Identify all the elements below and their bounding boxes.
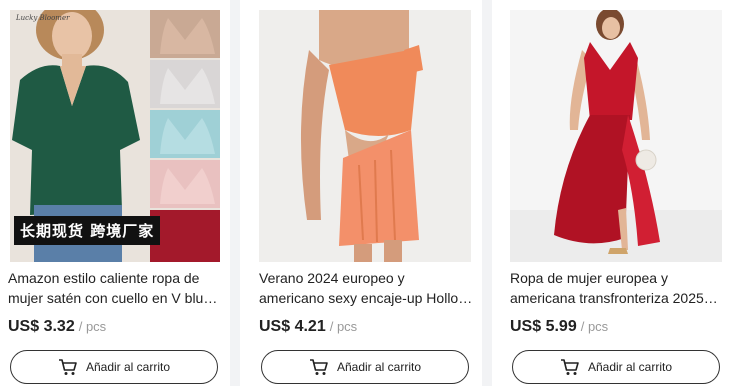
red-dress-image	[510, 10, 722, 262]
product-card-3[interactable]: Ropa de mujer europea y americana transf…	[492, 0, 732, 386]
price-unit: / pcs	[78, 319, 107, 334]
product-price-3: US$ 5.99/ pcs	[510, 318, 608, 336]
price-unit: / pcs	[580, 319, 609, 334]
product-image-1[interactable]: Lucky Bloomer 长期现货 跨境厂家	[10, 10, 220, 262]
product-badge: 长期现货 跨境厂家	[14, 216, 161, 245]
cart-icon	[309, 358, 329, 376]
watermark-text: Lucky Bloomer	[16, 14, 70, 22]
add-to-cart-label: Añadir al carrito	[85, 360, 171, 374]
cart-icon	[58, 358, 78, 376]
product-card-1[interactable]: Lucky Bloomer 长期现货 跨境厂家 Amazon estilo ca…	[0, 0, 230, 386]
product-image-3[interactable]	[510, 10, 722, 262]
price-unit: / pcs	[329, 319, 358, 334]
product-price-2: US$ 4.21/ pcs	[259, 318, 357, 336]
product-title-1[interactable]: Amazon estilo caliente ropa de mujer sat…	[8, 268, 222, 308]
price-amount: US$ 5.99	[510, 318, 577, 335]
price-amount: US$ 3.32	[8, 318, 75, 335]
product-card-2[interactable]: Verano 2024 europeo y americano sexy enc…	[240, 0, 482, 386]
orange-dress-image	[259, 10, 471, 262]
add-to-cart-button-1[interactable]: Añadir al carrito	[10, 350, 218, 384]
product-image-2[interactable]	[259, 10, 471, 262]
add-to-cart-button-2[interactable]: Añadir al carrito	[261, 350, 469, 384]
price-amount: US$ 4.21	[259, 318, 326, 335]
add-to-cart-label: Añadir al carrito	[336, 360, 422, 374]
add-to-cart-label: Añadir al carrito	[587, 360, 673, 374]
product-price-1: US$ 3.32/ pcs	[8, 318, 106, 336]
product-title-3[interactable]: Ropa de mujer europea y americana transf…	[510, 268, 724, 308]
product-title-2[interactable]: Verano 2024 europeo y americano sexy enc…	[259, 268, 473, 308]
add-to-cart-button-3[interactable]: Añadir al carrito	[512, 350, 720, 384]
cart-icon	[560, 358, 580, 376]
